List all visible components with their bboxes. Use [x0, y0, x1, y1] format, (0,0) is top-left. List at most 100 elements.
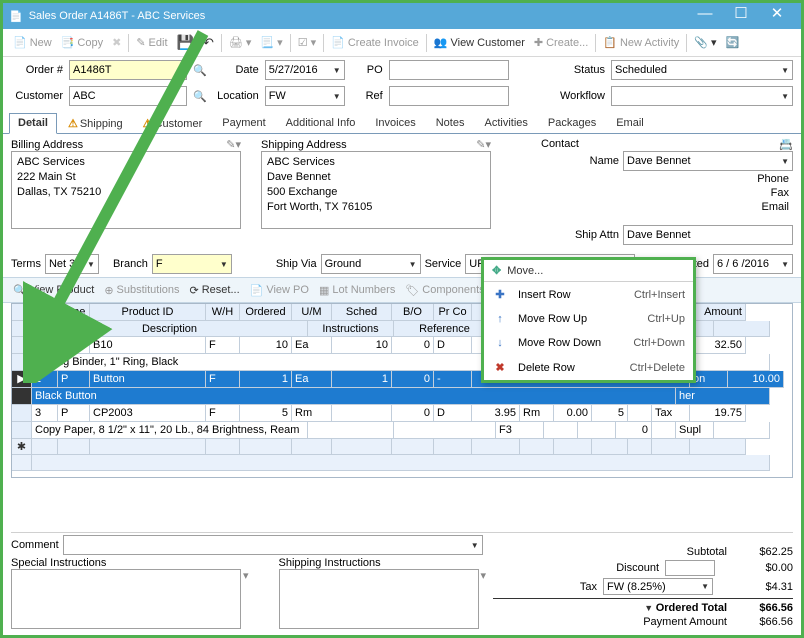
reset-button[interactable]: ⟳ Reset... — [186, 282, 244, 299]
customer-search-icon[interactable]: 🔍 — [193, 90, 207, 103]
discount-input[interactable] — [665, 560, 715, 576]
delete-icon: ✖ — [108, 34, 125, 51]
create-dropdown[interactable]: ✚ Create... — [530, 34, 592, 51]
ref-input[interactable] — [389, 86, 509, 106]
form-row-2: Customer 🔍 Location FW▼ Ref Workflow ▼ — [3, 83, 801, 109]
context-menu-header[interactable]: ✥Move... — [484, 260, 693, 282]
subtotal-value: $62.25 — [733, 546, 793, 558]
new-row-desc — [12, 455, 792, 471]
new-row[interactable]: ✱ — [12, 439, 792, 455]
workflow-label: Workflow — [545, 90, 605, 102]
warning-icon: ⚠ — [143, 118, 153, 130]
move-down-item[interactable]: ↓Move Row DownCtrl+Down — [484, 331, 693, 355]
order-label: Order # — [11, 64, 63, 76]
name-label: Name — [590, 155, 619, 167]
shipping-edit-icon[interactable]: ✎▾ — [476, 138, 491, 151]
status-dropdown[interactable]: Scheduled▼ — [611, 60, 793, 80]
view-product-button[interactable]: 🔍 View Product — [9, 282, 98, 299]
title-bar: 📄 Sales Order A1486T - ABC Services — ☐ … — [3, 3, 801, 29]
tax-dropdown[interactable]: FW (8.25%)▼ — [603, 578, 713, 595]
table-row-desc: Copy Paper, 8 1/2" x 11", 20 Lb., 84 Bri… — [12, 422, 792, 439]
view-customer-button[interactable]: 👥 View Customer — [430, 34, 529, 51]
window-icon: 📄 — [9, 10, 23, 23]
lot-numbers-button: ▦ Lot Numbers — [315, 282, 399, 299]
requested-date[interactable]: 6 / 6 /2016▼ — [713, 254, 793, 274]
date-label: Date — [213, 64, 259, 76]
special-instructions-box[interactable] — [11, 569, 241, 629]
arrow-down-icon[interactable]: ▾ — [243, 569, 249, 582]
customer-label: Customer — [11, 90, 63, 102]
footer-section: Comment ▼ Special Instructions ▾ Shippin… — [11, 530, 793, 629]
tab-packages[interactable]: Packages — [539, 113, 605, 134]
close-button[interactable]: ✕ — [759, 3, 795, 29]
ordered-total-label[interactable]: Ordered Total — [644, 602, 727, 614]
tab-notes[interactable]: Notes — [427, 113, 474, 134]
special-instructions-label: Special Instructions — [11, 557, 249, 569]
view-po-button: 📄 View PO — [246, 282, 313, 299]
shipattn-label: Ship Attn — [575, 229, 619, 241]
shipping-address-box: ABC Services Dave Bennet 500 Exchange Fo… — [261, 151, 491, 229]
tab-strip: Detail ⚠Shipping ⚠Customer Payment Addit… — [3, 109, 801, 134]
printview-icon[interactable]: 📃 ▾ — [256, 34, 286, 51]
minimize-button[interactable]: — — [687, 3, 723, 29]
shipping-instructions-box[interactable] — [279, 569, 479, 629]
tab-email[interactable]: Email — [607, 113, 653, 134]
arrow-up-icon: ↑ — [492, 313, 508, 325]
order-search-icon[interactable]: 🔍 — [193, 64, 207, 77]
contact-card-icon[interactable]: 📇 — [779, 138, 793, 151]
shipvia-dropdown[interactable]: Ground▼ — [321, 254, 421, 274]
check-icon[interactable]: ☑ ▾ — [294, 34, 320, 51]
terms-label: Terms — [11, 258, 41, 270]
fax-label: Fax — [771, 187, 789, 199]
payment-value: $66.56 — [733, 616, 793, 628]
refresh-icon[interactable]: 🔄 — [722, 34, 744, 51]
delete-icon: ✖ — [492, 361, 508, 374]
totals-panel: Subtotal$62.25 Discount$0.00 TaxFW (8.25… — [493, 545, 793, 629]
tab-detail[interactable]: Detail — [9, 113, 57, 134]
tab-additional-info[interactable]: Additional Info — [277, 113, 365, 134]
delete-row-item[interactable]: ✖Delete RowCtrl+Delete — [484, 355, 693, 380]
save-icon[interactable]: 💾 — [173, 32, 198, 53]
maximize-button[interactable]: ☐ — [723, 3, 759, 29]
tab-shipping[interactable]: ⚠Shipping — [59, 113, 132, 134]
move-icon: ✥ — [492, 264, 501, 277]
billing-address-box: ABC Services 222 Main St Dallas, TX 7521… — [11, 151, 241, 229]
insert-row-item[interactable]: ✚Insert RowCtrl+Insert — [484, 282, 693, 307]
date-input[interactable]: 5/27/2016▼ — [265, 60, 345, 80]
comment-dropdown[interactable]: ▼ — [63, 535, 483, 555]
order-input[interactable] — [69, 60, 187, 80]
edit-button[interactable]: ✎ Edit — [132, 34, 171, 51]
tab-activities[interactable]: Activities — [475, 113, 536, 134]
tab-payment[interactable]: Payment — [213, 113, 274, 134]
new-button[interactable]: 📄 New — [9, 34, 56, 51]
shipvia-label: Ship Via — [276, 258, 317, 270]
service-label: Service — [425, 258, 462, 270]
comment-label: Comment — [11, 539, 59, 551]
discount-label: Discount — [616, 562, 659, 574]
print-icon[interactable]: 🖨 ▾ — [225, 34, 256, 51]
workflow-dropdown[interactable]: ▼ — [611, 86, 793, 106]
tab-customer[interactable]: ⚠Customer — [134, 113, 212, 134]
move-up-item[interactable]: ↑Move Row UpCtrl+Up — [484, 307, 693, 331]
po-input[interactable] — [389, 60, 509, 80]
ref-label: Ref — [351, 90, 383, 102]
new-activity-button[interactable]: 📋 New Activity — [599, 34, 683, 51]
location-dropdown[interactable]: FW▼ — [265, 86, 345, 106]
branch-label: Branch — [113, 258, 148, 270]
table-row[interactable]: 3 P CP2003 F 5 Rm 0 D 3.95 Rm 0.00 5 Tax… — [12, 405, 792, 422]
terms-dropdown[interactable]: Net 30▼ — [45, 254, 99, 274]
customer-input[interactable] — [69, 86, 187, 106]
copy-button[interactable]: 📑 Copy — [57, 34, 107, 51]
create-invoice-button[interactable]: 📄 Create Invoice — [327, 34, 423, 51]
billing-edit-icon[interactable]: ✎▾ — [226, 138, 241, 151]
components-button: 🏷 Components — [401, 282, 488, 299]
attach-icon[interactable]: 📎 ▾ — [690, 34, 720, 51]
address-section: Billing Address✎▾ ABC Services 222 Main … — [3, 134, 801, 251]
payment-label: Payment Amount — [643, 616, 727, 628]
undo-icon[interactable]: ↶ — [199, 33, 218, 53]
shipattn-input[interactable] — [623, 225, 793, 245]
branch-dropdown[interactable]: F▼ — [152, 254, 232, 274]
arrow-down-icon[interactable]: ▾ — [481, 569, 487, 582]
tab-invoices[interactable]: Invoices — [366, 113, 424, 134]
contact-name-dropdown[interactable]: Dave Bennet▼ — [623, 151, 793, 171]
